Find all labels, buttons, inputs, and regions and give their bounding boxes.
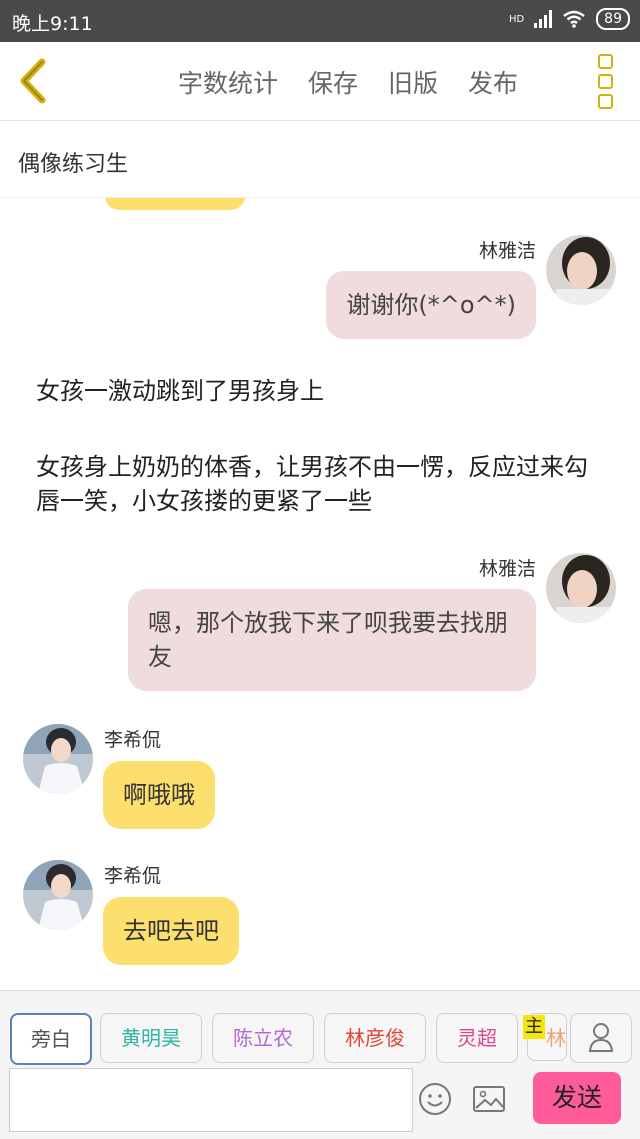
message-bubble-partial <box>105 198 245 210</box>
signal-icon <box>534 10 553 28</box>
boy-avatar-image <box>23 724 93 794</box>
message-input[interactable] <box>9 1068 413 1132</box>
narration-text: 女孩身上奶奶的体香，让男孩不由一愣，反应过来勾唇一笑，小女孩搂的更紧了一些 <box>36 453 588 515</box>
old-version-button[interactable]: 旧版 <box>388 64 438 100</box>
avatar[interactable] <box>23 724 93 794</box>
toolbar-menu: 字数统计 保存 旧版 发布 <box>178 64 548 100</box>
avatar[interactable] <box>546 553 616 623</box>
emoji-icon[interactable] <box>418 1082 452 1116</box>
story-title[interactable]: 偶像练习生 <box>18 146 128 178</box>
girl-avatar-image <box>546 553 616 623</box>
person-icon <box>588 1023 614 1052</box>
speaker-name: 林雅洁 <box>478 240 536 262</box>
avatar[interactable] <box>546 235 616 305</box>
character-chip[interactable]: 林彦俊 <box>324 1013 426 1063</box>
message-bubble: 嗯，那个放我下来了呗我要去找朋友 <box>128 589 536 691</box>
speaker-name: 李希侃 <box>104 729 162 751</box>
narration-text: 女孩一激动跳到了男孩身上 <box>36 377 324 405</box>
avatar[interactable] <box>23 860 93 930</box>
character-chip[interactable]: 灵超 <box>436 1013 518 1063</box>
message-bubble: 去吧去吧 <box>103 897 239 965</box>
story-title-bar: 偶像练习生 <box>0 121 640 198</box>
character-chip[interactable]: 陈立农 <box>212 1013 314 1063</box>
wifi-icon <box>563 10 585 28</box>
main-character-mark: 主 <box>523 1015 545 1039</box>
girl-avatar-image <box>546 235 616 305</box>
status-time: 晚上9:11 <box>12 13 93 35</box>
send-button[interactable]: 发送 <box>533 1072 621 1124</box>
message-bubble: 谢谢你(*^o^*) <box>326 271 536 339</box>
save-button[interactable]: 保存 <box>308 64 358 100</box>
word-count-button[interactable]: 字数统计 <box>178 64 278 100</box>
battery-icon: 89 <box>596 8 630 30</box>
status-bar: 晚上9:11 HD 89 <box>0 0 640 42</box>
character-chip[interactable]: 黄明昊 <box>100 1013 202 1063</box>
boy-avatar-image <box>23 860 93 930</box>
message-bubble: 啊哦哦 <box>103 761 215 829</box>
back-arrow-icon[interactable] <box>14 56 54 106</box>
speaker-name: 林雅洁 <box>478 558 536 580</box>
speaker-name: 李希侃 <box>104 865 162 887</box>
image-icon[interactable] <box>472 1082 506 1116</box>
character-select-button[interactable] <box>570 1013 632 1063</box>
top-toolbar: 字数统计 保存 旧版 发布 <box>0 42 640 121</box>
composer-panel: 旁白 黄明昊 陈立农 林彦俊 灵超 林 主 发送 <box>0 990 640 1139</box>
character-chip-narration[interactable]: 旁白 <box>10 1013 92 1065</box>
publish-button[interactable]: 发布 <box>468 64 518 100</box>
more-menu-icon[interactable] <box>598 54 616 110</box>
chat-area: 林雅洁 谢谢你(*^o^*) 女孩一激动跳到了男孩身上 女孩身上奶奶的体香，让男… <box>0 198 640 990</box>
network-label: HD <box>508 13 525 25</box>
status-icons: HD 89 <box>509 8 630 30</box>
